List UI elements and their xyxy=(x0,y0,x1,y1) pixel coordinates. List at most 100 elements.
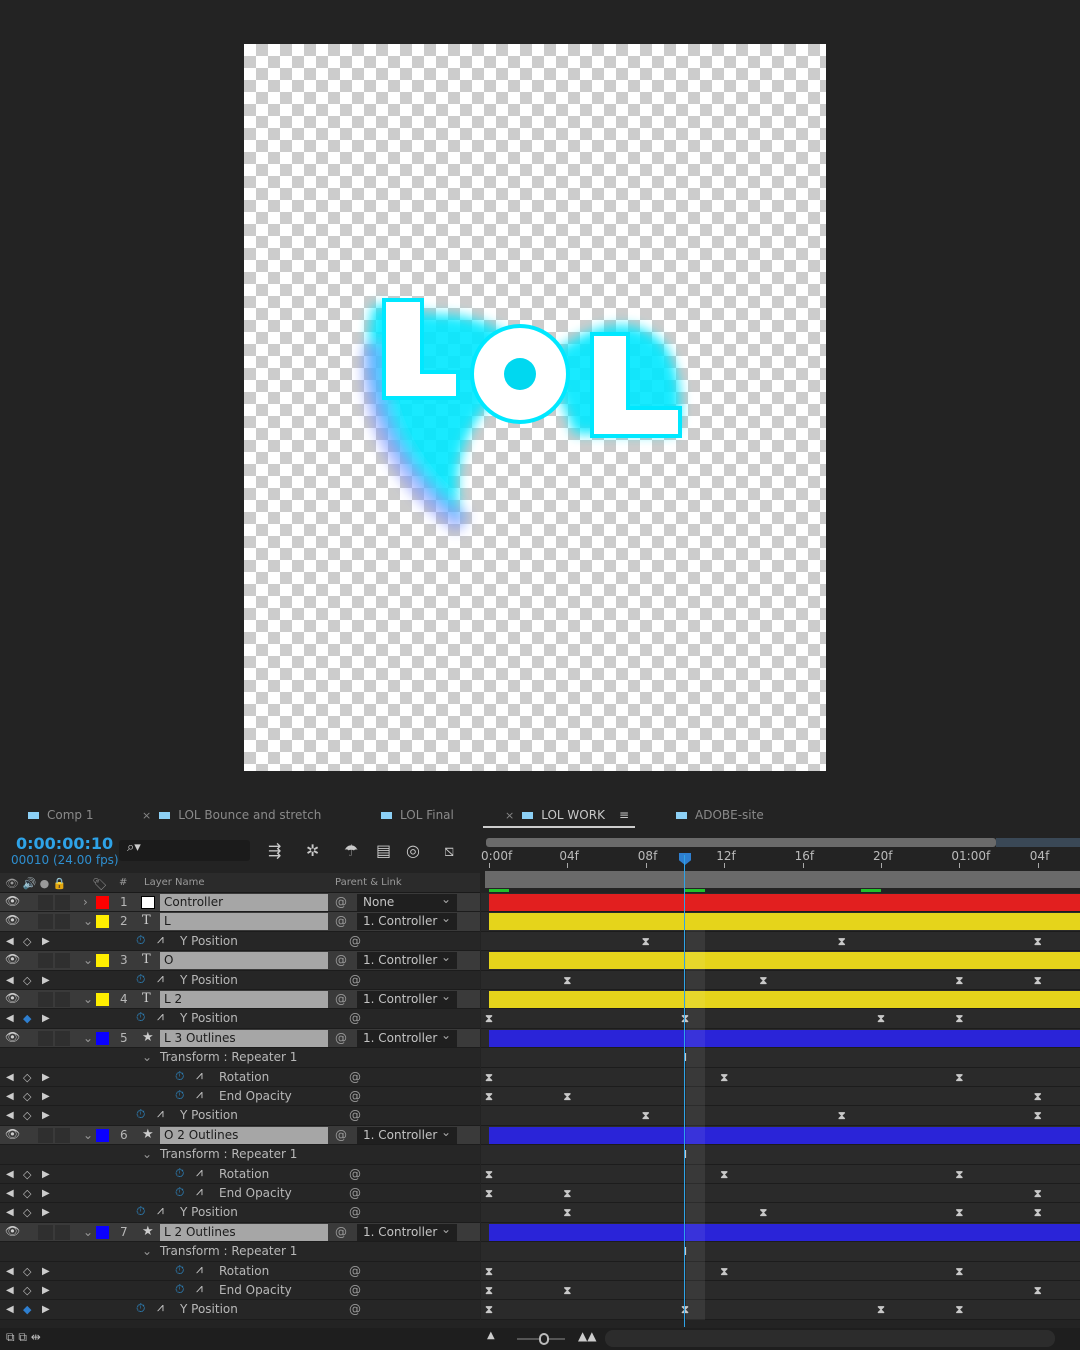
property-row[interactable]: ◀ ◇ ▶ ⏱ ⩘ End Opacity @ xyxy=(0,1087,480,1107)
expression-pickwhip-icon[interactable]: @ xyxy=(349,1070,361,1084)
tab-lol-bounce-and-stretch[interactable]: × LOL Bounce and stretch xyxy=(142,808,321,822)
layer-duration-bar[interactable] xyxy=(489,991,1080,1008)
property-row[interactable]: ◀ ◆ ▶ ⏱ ⩘ Y Position @ xyxy=(0,1300,480,1320)
track-row[interactable]: ⧗⧗⧗⧗ xyxy=(481,1203,1080,1223)
layer-duration-bar[interactable] xyxy=(489,1126,1080,1144)
lock-switch[interactable] xyxy=(55,1127,70,1143)
parent-dropdown[interactable]: 1. Controller xyxy=(357,910,457,931)
keyframe-icon[interactable]: ⧗ xyxy=(954,1207,964,1218)
twirl-arrow-icon[interactable]: ⌄ xyxy=(142,1050,152,1064)
work-area-bar[interactable] xyxy=(485,871,1080,888)
lock-switch[interactable] xyxy=(55,914,70,930)
stopwatch-icon[interactable]: ⏱ xyxy=(136,1204,145,1219)
render-toggle-icons[interactable]: ⧉ ⧉ ⇹ xyxy=(6,1330,41,1345)
track-row[interactable] xyxy=(481,1028,1080,1049)
keyframe-icon[interactable]: ⧗ xyxy=(562,1188,572,1199)
track-row[interactable] xyxy=(481,912,1080,932)
keyframe-icon[interactable]: ⧗ xyxy=(954,975,964,986)
tab-adobe-site[interactable]: ADOBE-site xyxy=(676,808,764,822)
playhead-handle[interactable] xyxy=(679,853,691,865)
track-row[interactable] xyxy=(481,893,1080,913)
lock-switch[interactable] xyxy=(55,953,70,969)
add-keyframe-icon[interactable]: ◇ xyxy=(23,1090,31,1103)
label-color[interactable] xyxy=(96,915,109,929)
graph-icon[interactable]: ⩘ xyxy=(196,1165,203,1180)
solo-switch[interactable] xyxy=(38,992,53,1007)
layer-name[interactable]: O 2 Outlines xyxy=(160,1126,328,1144)
keyframe-icon[interactable]: ⧗ xyxy=(719,1266,729,1277)
keyframe-icon[interactable]: ⧗ xyxy=(719,1072,729,1083)
horizontal-scrollbar[interactable] xyxy=(605,1330,1055,1347)
add-keyframe-icon[interactable]: ◇ xyxy=(23,1109,31,1122)
expression-pickwhip-icon[interactable]: @ xyxy=(349,1089,361,1103)
layer-name[interactable]: L 2 xyxy=(160,991,328,1008)
property-row[interactable]: ◀ ◇ ▶ ⏱ ⩘ Y Position @ xyxy=(0,1203,480,1223)
layer-row[interactable]: 👁 ⌄ 6 ★ O 2 Outlines @1. Controller xyxy=(0,1124,480,1146)
visibility-eye-icon[interactable]: 👁 xyxy=(5,1030,20,1044)
keyframe-icon[interactable]: ⧗ xyxy=(954,1169,964,1180)
twirl-arrow-icon[interactable]: › xyxy=(83,895,88,909)
expression-pickwhip-icon[interactable]: @ xyxy=(349,1264,361,1278)
layer-duration-bar[interactable] xyxy=(489,894,1080,911)
label-color[interactable] xyxy=(96,1128,109,1142)
tab-comp-1[interactable]: Comp 1 xyxy=(28,808,93,822)
draft-3d-icon[interactable]: ✲ xyxy=(306,841,319,860)
expression-pickwhip-icon[interactable]: @ xyxy=(349,973,361,987)
property-row[interactable]: ⌄ Transform : Repeater 1 xyxy=(0,1242,480,1262)
twirl-arrow-icon[interactable]: ⌄ xyxy=(142,1244,152,1258)
solo-switch[interactable] xyxy=(38,1127,53,1143)
next-keyframe-icon[interactable]: ▶ xyxy=(42,1169,50,1180)
keyframe-icon[interactable]: ⧗ xyxy=(954,1072,964,1083)
time-ruler[interactable]: 0:00f 04f 08f 12f 16f 20f 01:00f 04f xyxy=(481,835,1080,893)
keyframe-icon[interactable]: ⧗ xyxy=(1033,936,1043,947)
time-navigator[interactable] xyxy=(486,838,996,847)
track-row[interactable]: ⧗ ⧗ ⧗ xyxy=(481,1087,1080,1107)
parent-dropdown[interactable]: 1. Controller xyxy=(357,949,457,970)
previous-keyframe-icon[interactable]: ◀ xyxy=(6,975,14,986)
tab-lol-work[interactable]: × LOL WORK ≡ xyxy=(482,808,636,828)
property-row[interactable]: ◀ ◇ ▶ ⏱ ⩘ Rotation @ xyxy=(0,1067,480,1087)
stopwatch-icon[interactable]: ⏱ xyxy=(136,1010,145,1025)
next-keyframe-icon[interactable]: ▶ xyxy=(42,1072,50,1083)
shy-layers-icon[interactable]: ☂ xyxy=(344,841,358,860)
pickwhip-icon[interactable]: @ xyxy=(335,1128,347,1142)
tab-close-icon[interactable]: × xyxy=(142,809,151,822)
keyframe-icon[interactable]: ⧗ xyxy=(876,1304,886,1315)
next-keyframe-icon[interactable]: ▶ xyxy=(42,1188,50,1199)
expression-pickwhip-icon[interactable]: @ xyxy=(349,1205,361,1219)
graph-icon[interactable]: ⩘ xyxy=(196,1262,203,1277)
tab-menu-icon[interactable]: ≡ xyxy=(619,808,629,822)
track-row[interactable]: ⧗ ⧗ ⧗ xyxy=(481,1184,1080,1204)
stopwatch-icon[interactable]: ⏱ xyxy=(175,1166,184,1181)
current-time[interactable]: 0:00:00:10 xyxy=(16,834,113,853)
pickwhip-icon[interactable]: @ xyxy=(335,895,347,909)
keyframe-icon[interactable]: ⧗ xyxy=(484,1072,494,1083)
keyframe-icon[interactable]: ⧗ xyxy=(876,1013,886,1024)
layer-duration-bar[interactable] xyxy=(489,913,1080,931)
tab-close-icon[interactable]: × xyxy=(505,809,514,822)
twirl-arrow-icon[interactable]: ⌄ xyxy=(83,1031,93,1045)
twirl-arrow-icon[interactable]: ⌄ xyxy=(83,914,93,928)
keyframe-icon[interactable]: ⧗ xyxy=(484,1266,494,1277)
track-row[interactable] xyxy=(481,990,1080,1010)
layer-row[interactable]: 👁 › 1 Controller @ None xyxy=(0,891,480,913)
keyframe-icon[interactable]: ⧗ xyxy=(954,1266,964,1277)
expression-pickwhip-icon[interactable]: @ xyxy=(349,1108,361,1122)
previous-keyframe-icon[interactable]: ◀ xyxy=(6,1169,14,1180)
property-row[interactable]: ⌄ Transform : Repeater 1 xyxy=(0,1145,480,1165)
parent-dropdown[interactable]: None xyxy=(357,891,457,911)
keyframe-icon[interactable]: ⧗ xyxy=(719,1169,729,1180)
track-row[interactable]: ⧗⧗⧗⧗ xyxy=(481,1009,1080,1029)
stopwatch-icon[interactable]: ⏱ xyxy=(136,1107,145,1122)
track-row[interactable] xyxy=(481,1222,1080,1243)
previous-keyframe-icon[interactable]: ◀ xyxy=(6,1188,14,1199)
previous-keyframe-icon[interactable]: ◀ xyxy=(6,1285,14,1296)
twirl-arrow-icon[interactable]: ⌄ xyxy=(142,1147,152,1161)
keyframe-icon[interactable]: ⧗ xyxy=(758,975,768,986)
add-keyframe-icon[interactable]: ◆ xyxy=(23,1012,31,1025)
track-row[interactable]: ⧗ ⧗ ⧗ xyxy=(481,931,1080,952)
pickwhip-icon[interactable]: @ xyxy=(335,1031,347,1045)
previous-keyframe-icon[interactable]: ◀ xyxy=(6,1304,14,1315)
stopwatch-icon[interactable]: ⏱ xyxy=(175,1088,184,1103)
property-row[interactable]: ⌄ Transform : Repeater 1 xyxy=(0,1048,480,1068)
